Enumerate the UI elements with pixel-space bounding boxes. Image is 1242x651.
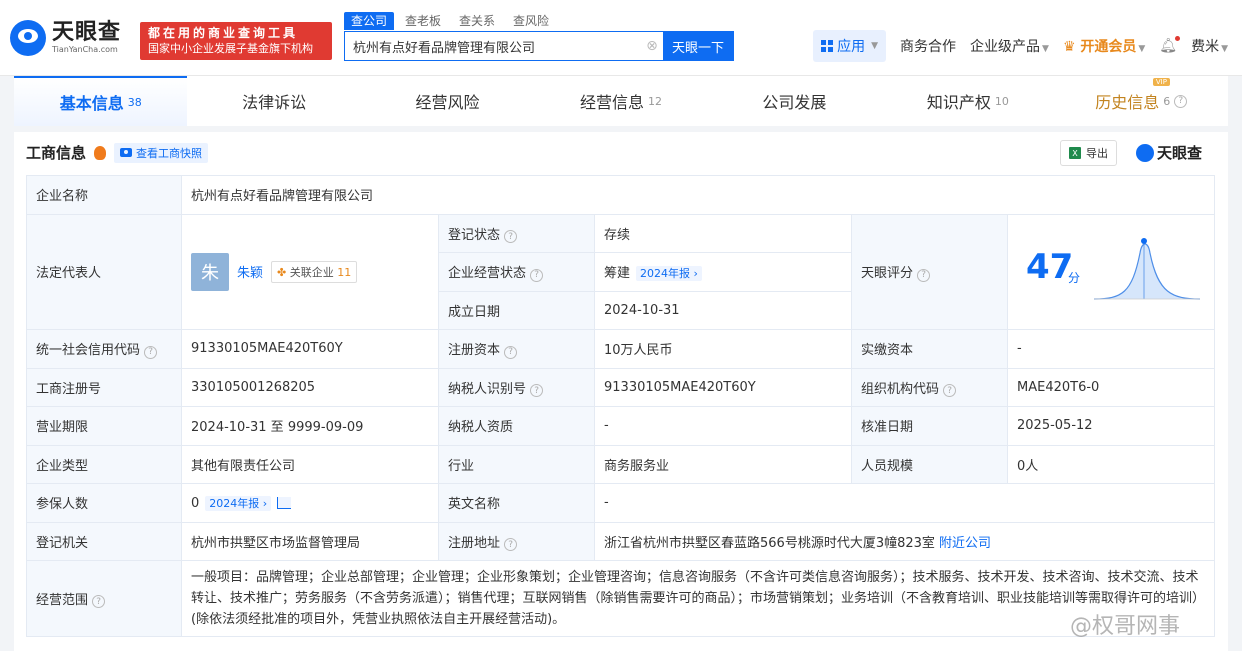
english-name: - bbox=[594, 483, 1215, 523]
help-icon[interactable]: ? bbox=[530, 268, 544, 282]
company-name: 杭州有点好看品牌管理有限公司 bbox=[181, 175, 1215, 215]
paid-capital: - bbox=[1007, 329, 1215, 369]
vip-menu[interactable]: ♛ 开通会员 ▼ bbox=[1063, 36, 1145, 56]
tab-development[interactable]: 公司发展 bbox=[708, 76, 881, 126]
tab-operation[interactable]: 经营信息 12 bbox=[534, 76, 707, 126]
trend-chart-icon[interactable] bbox=[277, 497, 292, 510]
industry: 商务服务业 bbox=[594, 444, 852, 484]
enterprise-products-menu[interactable]: 企业级产品 ▼ bbox=[970, 36, 1049, 56]
user-menu[interactable]: 费米 ▼ bbox=[1191, 36, 1228, 56]
tianyancha-watermark: 天眼查 bbox=[1136, 142, 1202, 163]
credit-code: 91330105MAE420T60Y bbox=[181, 329, 439, 369]
business-coop-link[interactable]: 商务合作 bbox=[900, 36, 956, 56]
reg-status: 存续 bbox=[594, 213, 852, 253]
search-tab-company[interactable]: 查公司 bbox=[344, 12, 395, 30]
chevron-down-icon: ▼ bbox=[1138, 44, 1146, 54]
search-tab-boss[interactable]: 查老板 bbox=[398, 12, 448, 30]
help-icon[interactable]: ? bbox=[1174, 94, 1188, 108]
main-tabs: 基本信息 38 法律诉讼 经营风险 经营信息 12 公司发展 知识产权 10 VIP 历… bbox=[14, 76, 1228, 126]
top-nav: 应用 ▼ 商务合作 企业级产品 ▼ ♛ 开通会员 ▼ 🔔︎ 费米 ▼ bbox=[813, 30, 1228, 62]
taxpayer-qual: - bbox=[594, 406, 852, 446]
apps-button[interactable]: 应用 ▼ bbox=[813, 30, 887, 62]
snapshot-button[interactable]: 查看工商快照 bbox=[114, 142, 209, 163]
search-input[interactable] bbox=[345, 32, 641, 60]
camera-icon bbox=[120, 148, 133, 157]
reg-address: 浙江省杭州市拱墅区春蓝路566号桃源时代大厦3幢823室 bbox=[604, 535, 935, 551]
approve-date: 2025-05-12 bbox=[1007, 406, 1215, 446]
export-button[interactable]: X 导出 bbox=[1060, 140, 1117, 166]
business-scope: 一般项目：品牌管理；企业总部管理；企业管理；企业形象策划；企业管理咨询；信息咨询… bbox=[181, 560, 1215, 637]
legal-rep-link[interactable]: 朱颖 bbox=[237, 262, 263, 281]
org-code: MAE420T6-0 bbox=[1007, 367, 1215, 407]
bell-icon[interactable]: 🔔︎ bbox=[1159, 36, 1180, 54]
section-title: 工商信息 bbox=[26, 144, 87, 162]
tianyancha-logo-icon bbox=[1136, 143, 1154, 162]
excel-icon: X bbox=[1069, 147, 1081, 159]
logo-domain: TianYanCha.com bbox=[52, 45, 118, 54]
apps-grid-icon bbox=[821, 40, 834, 52]
help-icon[interactable]: ? bbox=[504, 345, 518, 359]
reg-capital: 10万人民币 bbox=[594, 329, 852, 369]
help-icon[interactable]: ? bbox=[92, 595, 106, 609]
annual-report-tag[interactable]: 2024年报 › bbox=[636, 266, 702, 282]
search-button[interactable]: 天眼一下 bbox=[663, 32, 733, 60]
vip-badge: VIP bbox=[1152, 78, 1170, 86]
tab-risk[interactable]: 经营风险 bbox=[361, 76, 534, 126]
company-type: 其他有限责任公司 bbox=[181, 444, 439, 484]
annual-report-tag[interactable]: 2024年报 › bbox=[205, 495, 272, 511]
reg-no: 330105001268205 bbox=[181, 367, 439, 407]
fire-icon bbox=[94, 145, 107, 160]
avatar[interactable]: 朱 bbox=[191, 252, 229, 291]
related-icon: ✤ bbox=[277, 265, 287, 279]
chevron-down-icon: ▼ bbox=[1221, 44, 1228, 54]
reg-authority: 杭州市拱墅区市场监督管理局 bbox=[181, 521, 439, 561]
related-companies-tag[interactable]: ✤ 关联企业 11 bbox=[271, 260, 358, 283]
search-type-tabs: 查公司 查老板 查关系 查风险 bbox=[344, 12, 556, 30]
business-info-card: 工商信息 查看工商快照 X 导出 天眼查 企业名称 杭州有点好看品牌管理有限公司 … bbox=[14, 132, 1228, 651]
tab-legal[interactable]: 法律诉讼 bbox=[187, 76, 360, 126]
tab-ip[interactable]: 知识产权 10 bbox=[881, 76, 1054, 126]
crown-icon: ♛ bbox=[1062, 39, 1076, 55]
business-info-table: 企业名称 杭州有点好看品牌管理有限公司 法定代表人 朱 朱颖 ✤ 关联企业 11… bbox=[26, 175, 1215, 637]
logo[interactable]: 天眼查 TianYanCha.com bbox=[10, 20, 121, 56]
chevron-down-icon: ▼ bbox=[1042, 44, 1049, 54]
op-status: 筹建 bbox=[604, 266, 631, 282]
slogan-banner[interactable]: 都在用的商业查询工具 国家中小企业发展子基金旗下机构 bbox=[140, 22, 332, 60]
score-cell[interactable]: 47 分 bbox=[1007, 213, 1215, 330]
chevron-down-icon: ▼ bbox=[871, 41, 879, 51]
score-value: 47 bbox=[1026, 246, 1074, 287]
clear-icon[interactable]: ⊗ bbox=[641, 32, 663, 60]
help-icon[interactable]: ? bbox=[917, 268, 931, 282]
business-term: 2024-10-31 至 9999-09-09 bbox=[181, 406, 439, 446]
found-date: 2024-10-31 bbox=[594, 290, 852, 330]
staff-size: 0人 bbox=[1007, 444, 1215, 484]
help-icon[interactable]: ? bbox=[504, 230, 518, 243]
tab-history[interactable]: VIP 历史信息 6? bbox=[1055, 76, 1228, 126]
help-icon[interactable]: ? bbox=[504, 538, 518, 551]
logo-text: 天眼查 bbox=[52, 20, 122, 45]
taxpayer-id: 91330105MAE420T60Y bbox=[594, 367, 852, 407]
search-tab-risk[interactable]: 查风险 bbox=[506, 12, 556, 30]
search-box: ⊗ 天眼一下 bbox=[344, 31, 734, 61]
help-icon[interactable]: ? bbox=[530, 384, 544, 397]
weibo-watermark: @权哥网事 bbox=[1070, 614, 1181, 639]
nearby-companies-link[interactable]: 附近公司 bbox=[939, 536, 991, 551]
score-distribution-icon bbox=[1093, 237, 1201, 300]
tab-basic-info[interactable]: 基本信息 38 bbox=[14, 76, 188, 126]
top-header: 天眼查 TianYanCha.com 都在用的商业查询工具 国家中小企业发展子基… bbox=[0, 0, 1242, 76]
tianyancha-logo-icon bbox=[10, 20, 46, 56]
help-icon[interactable]: ? bbox=[943, 384, 957, 397]
insured-count: 0 bbox=[191, 495, 200, 511]
legal-rep-cell: 朱 朱颖 ✤ 关联企业 11 bbox=[181, 213, 439, 330]
search-tab-relation[interactable]: 查关系 bbox=[452, 12, 502, 30]
help-icon[interactable]: ? bbox=[144, 345, 158, 359]
